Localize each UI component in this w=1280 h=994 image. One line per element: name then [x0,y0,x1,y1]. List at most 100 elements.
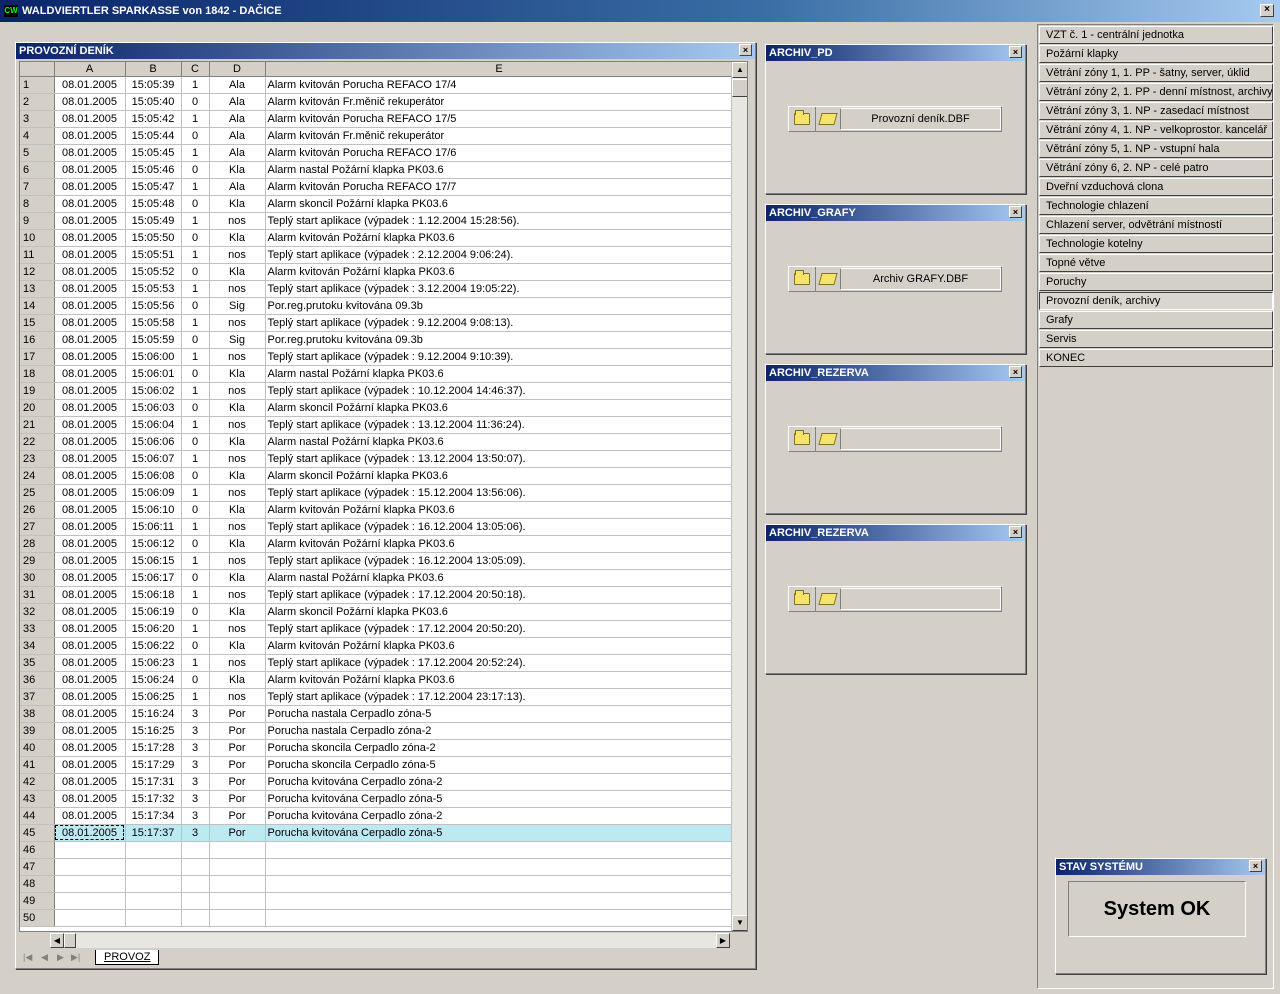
row-number[interactable]: 5 [20,144,55,162]
row-number[interactable]: 12 [20,263,55,281]
type-cell[interactable]: Kla [209,229,266,247]
status-close-button[interactable]: × [1249,860,1262,872]
row-number[interactable]: 13 [20,280,55,298]
open-archive-button[interactable] [816,107,840,131]
level-cell[interactable]: 3 [181,773,210,791]
open-folder-button[interactable] [789,267,816,291]
archive-close-button[interactable]: × [1009,366,1022,378]
row-number[interactable]: 7 [20,178,55,196]
table-row[interactable]: 15 08.01.2005 15:05:58 1 nos Teplý start apli… [20,314,734,332]
date-cell[interactable]: 08.01.2005 [54,671,126,689]
row-number[interactable]: 42 [20,773,55,791]
type-cell[interactable]: Kla [209,467,266,485]
message-cell[interactable] [265,909,734,927]
date-cell[interactable]: 08.01.2005 [54,790,126,808]
time-cell[interactable]: 15:06:04 [125,416,182,434]
type-cell[interactable]: Ala [209,93,266,111]
menu-button[interactable]: Větrání zóny 3, 1. NP - zasedací místnos… [1039,102,1273,120]
message-cell[interactable]: Alarm skoncil Požární klapka PK03.6 [265,603,734,621]
level-cell[interactable]: 0 [181,195,210,213]
menu-button[interactable]: Chlazení server, odvětrání místností [1039,216,1273,234]
time-cell[interactable]: 15:06:11 [125,518,182,536]
table-row[interactable]: 17 08.01.2005 15:06:00 1 nos Teplý start apli… [20,348,734,366]
message-cell[interactable]: Teplý start aplikace (výpadek : 3.12.200… [265,280,734,298]
date-cell[interactable]: 08.01.2005 [54,654,126,672]
message-cell[interactable]: Teplý start aplikace (výpadek : 1.12.200… [265,212,734,230]
time-cell[interactable]: 15:05:42 [125,110,182,128]
archive-close-button[interactable]: × [1009,206,1022,218]
level-cell[interactable]: 0 [181,127,210,145]
message-cell[interactable]: Teplý start aplikace (výpadek : 16.12.20… [265,552,734,570]
row-number[interactable]: 40 [20,739,55,757]
time-cell[interactable]: 15:06:02 [125,382,182,400]
column-header-e[interactable]: E [265,62,734,77]
level-cell[interactable]: 3 [181,824,210,842]
date-cell[interactable]: 08.01.2005 [54,535,126,553]
time-cell[interactable]: 15:05:48 [125,195,182,213]
type-cell[interactable]: nos [209,586,266,604]
level-cell[interactable]: 1 [181,348,210,366]
table-row[interactable]: 35 08.01.2005 15:06:23 1 nos Teplý start apli… [20,654,734,672]
menu-button[interactable]: Větrání zóny 1, 1. PP - šatny, server, ú… [1039,64,1273,82]
row-number[interactable]: 18 [20,365,55,383]
table-row[interactable]: 33 08.01.2005 15:06:20 1 nos Teplý start apli… [20,620,734,638]
level-cell[interactable]: 1 [181,416,210,434]
type-cell[interactable]: Por [209,807,266,825]
type-cell[interactable]: nos [209,620,266,638]
date-cell[interactable]: 08.01.2005 [54,688,126,706]
message-cell[interactable]: Teplý start aplikace (výpadek : 16.12.20… [265,518,734,536]
row-number[interactable]: 16 [20,331,55,349]
table-row[interactable]: 1 08.01.2005 15:05:39 1 Ala Alarm kvitován Po… [20,76,734,94]
time-cell[interactable]: 15:05:58 [125,314,182,332]
row-number[interactable]: 29 [20,552,55,570]
type-cell[interactable]: Por [209,756,266,774]
column-header-d[interactable]: D [209,62,266,77]
time-cell[interactable]: 15:06:03 [125,399,182,417]
date-cell[interactable]: 08.01.2005 [54,110,126,128]
level-cell[interactable] [181,892,210,910]
time-cell[interactable]: 15:05:45 [125,144,182,162]
type-cell[interactable]: Kla [209,671,266,689]
row-number[interactable]: 10 [20,229,55,247]
row-number[interactable]: 20 [20,399,55,417]
row-number[interactable]: 33 [20,620,55,638]
time-cell[interactable]: 15:06:22 [125,637,182,655]
level-cell[interactable]: 0 [181,399,210,417]
type-cell[interactable]: Kla [209,399,266,417]
date-cell[interactable]: 08.01.2005 [54,195,126,213]
table-row[interactable]: 14 08.01.2005 15:05:56 0 Sig Por.reg.prutoku … [20,297,734,315]
message-cell[interactable]: Alarm kvitován Porucha REFACO 17/4 [265,76,734,94]
menu-button[interactable]: Dveřní vzduchová clona [1039,178,1273,196]
time-cell[interactable] [125,875,182,893]
type-cell[interactable]: Por [209,773,266,791]
menu-button[interactable]: Větrání zóny 2, 1. PP - denní místnost, … [1039,83,1273,101]
level-cell[interactable]: 0 [181,297,210,315]
menu-button[interactable]: Provozní deník, archivy [1039,292,1273,310]
message-cell[interactable]: Alarm kvitován Požární klapka PK03.6 [265,637,734,655]
message-cell[interactable]: Teplý start aplikace (výpadek : 9.12.200… [265,314,734,332]
time-cell[interactable]: 15:05:39 [125,76,182,94]
level-cell[interactable]: 0 [181,433,210,451]
level-cell[interactable]: 1 [181,382,210,400]
time-cell[interactable]: 15:05:46 [125,161,182,179]
row-number[interactable]: 1 [20,76,55,94]
message-cell[interactable]: Alarm kvitován Fr.měnič rekuperátor [265,127,734,145]
row-number[interactable]: 17 [20,348,55,366]
table-row[interactable]: 34 08.01.2005 15:06:22 0 Kla Alarm kvitován P… [20,637,734,655]
row-number[interactable]: 36 [20,671,55,689]
level-cell[interactable]: 3 [181,756,210,774]
table-row[interactable]: 32 08.01.2005 15:06:19 0 Kla Alarm skoncil Po… [20,603,734,621]
message-cell[interactable]: Porucha kvitována Cerpadlo zóna-2 [265,773,734,791]
table-row[interactable]: 48 [20,875,734,893]
row-number[interactable]: 3 [20,110,55,128]
message-cell[interactable]: Alarm nastal Požární klapka PK03.6 [265,569,734,587]
table-row[interactable]: 20 08.01.2005 15:06:03 0 Kla Alarm skoncil Po… [20,399,734,417]
message-cell[interactable]: Por.reg.prutoku kvitována 09.3b [265,297,734,315]
type-cell[interactable]: nos [209,348,266,366]
table-row[interactable]: 29 08.01.2005 15:06:15 1 nos Teplý start apli… [20,552,734,570]
table-row[interactable]: 19 08.01.2005 15:06:02 1 nos Teplý start apli… [20,382,734,400]
table-row[interactable]: 5 08.01.2005 15:05:45 1 Ala Alarm kvitován Po… [20,144,734,162]
date-cell[interactable]: 08.01.2005 [54,263,126,281]
open-archive-button[interactable] [816,587,840,611]
type-cell[interactable]: nos [209,212,266,230]
